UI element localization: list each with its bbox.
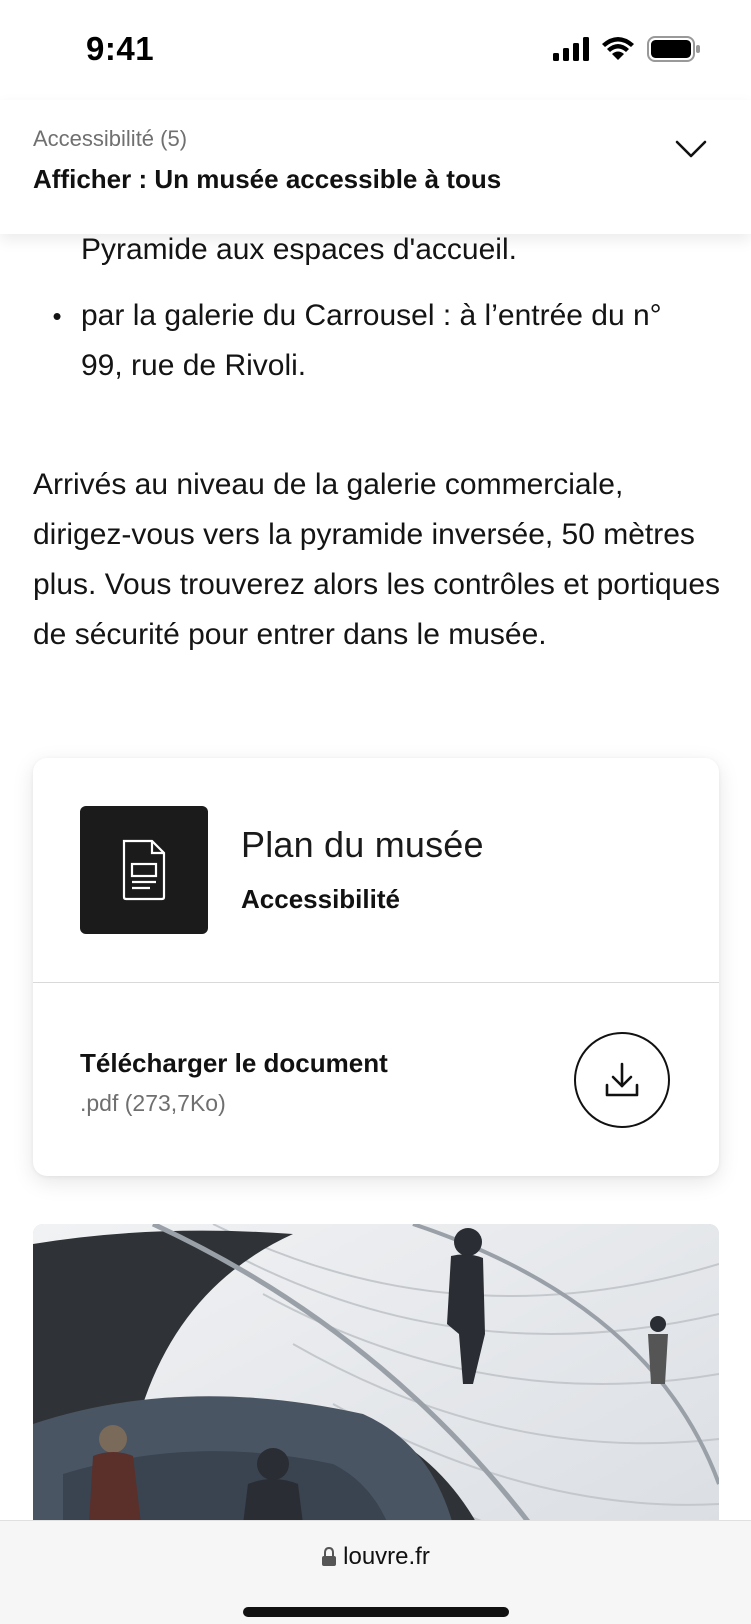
status-time: 9:41: [86, 30, 155, 67]
address-bar[interactable]: louvre.fr: [0, 1543, 751, 1571]
document-icon: [80, 806, 208, 934]
wifi-icon: [602, 37, 634, 60]
browser-bar: louvre.fr: [0, 1520, 751, 1624]
download-icon: [605, 1062, 639, 1097]
section-title: Afficher : Un musée accessible à tous: [33, 164, 502, 194]
file-meta: .pdf (273,7Ko): [80, 1090, 226, 1116]
signal-icon: [553, 37, 589, 61]
status-bar: 9:41: [0, 0, 751, 100]
url-text: louvre.fr: [343, 1543, 430, 1570]
access-paragraph: Arrivés au niveau de la galerie commerci…: [33, 468, 721, 651]
list-item: • par la galerie du Carrousel : à l’entr…: [0, 291, 751, 391]
page-content: ascenseur central (le "tube") conduit so…: [0, 0, 751, 1624]
document-subtitle: Accessibilité: [241, 884, 400, 914]
card-divider: [33, 982, 719, 983]
document-title: Plan du musée: [241, 824, 484, 865]
status-icons: [553, 36, 701, 62]
lock-icon: [322, 1547, 337, 1566]
bullet-marker: •: [52, 301, 62, 331]
home-indicator[interactable]: [243, 1607, 509, 1617]
accordion-header[interactable]: Accessibilité (5) Afficher : Un musée ac…: [0, 100, 751, 234]
section-label: Accessibilité (5): [33, 126, 188, 151]
download-button[interactable]: [574, 1032, 670, 1128]
list-item-text: par la galerie du Carrousel : à l’entrée…: [81, 299, 662, 382]
document-card: Plan du musée Accessibilité Télécharger …: [33, 758, 719, 1176]
chevron-down-icon[interactable]: [671, 130, 711, 170]
download-link[interactable]: Télécharger le document: [80, 1048, 388, 1079]
battery-icon: [647, 36, 700, 62]
